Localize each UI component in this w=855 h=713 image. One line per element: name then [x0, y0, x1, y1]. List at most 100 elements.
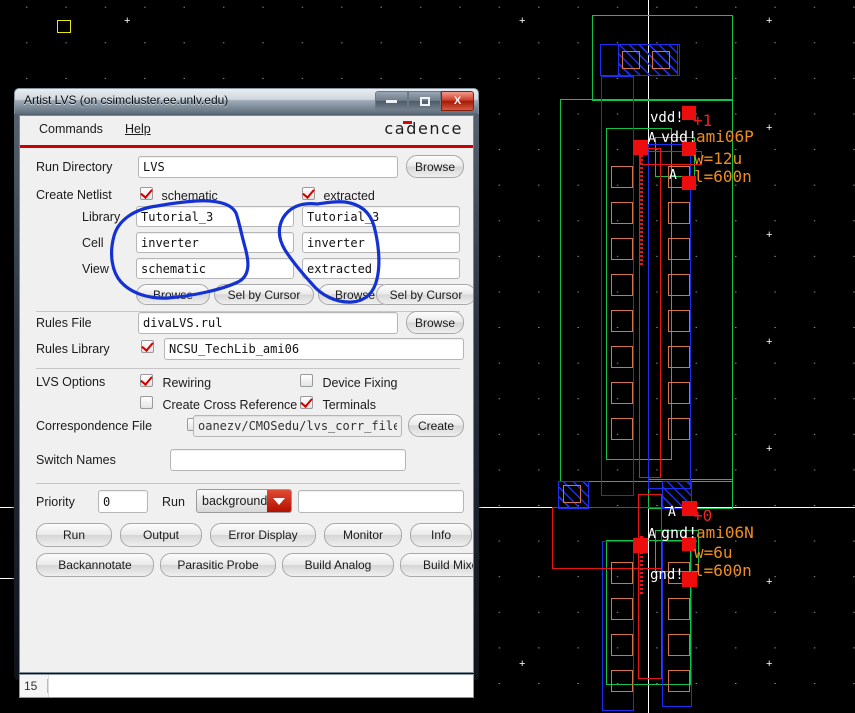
close-button[interactable]: X [441, 91, 474, 111]
correspondence-file-input[interactable] [193, 415, 402, 437]
schematic-cell-input[interactable] [136, 232, 294, 253]
switch-names-label: Switch Names [36, 453, 116, 467]
terminals-checkbox-group[interactable]: Terminals [300, 396, 376, 414]
contact-square[interactable] [611, 598, 633, 620]
rules-file-input[interactable] [138, 312, 398, 334]
contact-square[interactable] [611, 238, 633, 260]
status-message-field[interactable] [48, 675, 473, 697]
device-fixing-checkbox-group[interactable]: Device Fixing [300, 374, 397, 392]
label-a-gnd[interactable]: A [648, 527, 656, 542]
terminals-checkbox[interactable] [300, 396, 313, 409]
output-button[interactable]: Output [120, 523, 202, 547]
schematic-checkbox-group[interactable]: schematic [140, 187, 218, 205]
contact-square[interactable] [668, 418, 690, 440]
label-a-upper[interactable]: A [648, 131, 656, 146]
extracted-checkbox[interactable] [302, 187, 315, 200]
contact-square[interactable] [563, 485, 581, 503]
device-fixing-label: Device Fixing [322, 376, 398, 390]
menu-commands[interactable]: Commands [39, 122, 103, 136]
label-length-pmos[interactable]: l=600n [694, 167, 752, 186]
priority-input[interactable] [98, 490, 148, 513]
label-width-nmos[interactable]: w=6u [694, 543, 733, 562]
parasitic-probe-button[interactable]: Parasitic Probe [160, 553, 276, 577]
window-title: Artist LVS (on csimcluster.ee.unlv.edu) [24, 93, 229, 107]
correspondence-file-create-button[interactable]: Create [408, 414, 464, 437]
extracted-sel-by-cursor-button[interactable]: Sel by Cursor [376, 284, 473, 305]
contact-square[interactable] [611, 346, 633, 368]
contact-square[interactable] [652, 51, 670, 69]
build-analog-button[interactable]: Build Analog [282, 553, 394, 577]
contact-square[interactable] [668, 382, 690, 404]
contact-square[interactable] [611, 634, 633, 656]
chevron-down-icon[interactable] [267, 490, 291, 512]
error-display-button[interactable]: Error Display [210, 523, 316, 547]
contact-square[interactable] [611, 202, 633, 224]
contact-square[interactable] [611, 310, 633, 332]
label-a-lower[interactable]: A [668, 505, 676, 520]
label-length-nmos[interactable]: l=600n [694, 561, 752, 580]
extracted-cell-input[interactable] [302, 232, 460, 253]
device-fixing-checkbox[interactable] [300, 374, 313, 387]
contact-square[interactable] [611, 562, 633, 584]
run-mode-label: Run [162, 495, 185, 509]
label-device-ami06n[interactable]: ami06N [696, 523, 754, 542]
backannotate-button[interactable]: Backannotate [36, 553, 154, 577]
schematic-sel-by-cursor-button[interactable]: Sel by Cursor [214, 284, 314, 305]
extracted-view-input[interactable] [302, 258, 460, 279]
minimize-button[interactable] [375, 91, 408, 111]
label-device-ami06p[interactable]: ami06P [696, 127, 754, 146]
contact-square[interactable] [611, 382, 633, 404]
create-cross-reference-checkbox-group[interactable]: Create Cross Reference [140, 396, 297, 414]
schematic-library-input[interactable] [136, 206, 294, 227]
run-directory-browse-button[interactable]: Browse [406, 155, 464, 178]
library-label: Library [82, 210, 121, 224]
contact-square[interactable] [611, 166, 633, 188]
maximize-button[interactable] [408, 91, 441, 111]
build-mixed-button[interactable]: Build Mixed [400, 553, 473, 577]
pin-marker[interactable] [633, 140, 648, 155]
contact-square[interactable] [668, 238, 690, 260]
rewiring-checkbox-group[interactable]: Rewiring [140, 374, 211, 392]
label-gnd-net[interactable]: gnd! [661, 524, 697, 542]
extracted-checkbox-group[interactable]: extracted [302, 187, 375, 205]
contact-square[interactable] [668, 346, 690, 368]
pin-marker[interactable] [633, 538, 648, 553]
create-cross-reference-checkbox[interactable] [140, 396, 153, 409]
contact-square[interactable] [668, 310, 690, 332]
contact-square[interactable] [622, 51, 640, 69]
schematic-checkbox[interactable] [140, 187, 153, 200]
monitor-button[interactable]: Monitor [324, 523, 402, 547]
title-bar[interactable]: Artist LVS (on csimcluster.ee.unlv.edu) … [14, 88, 479, 114]
label-gnd-bottom[interactable]: gnd! [650, 567, 684, 583]
schematic-view-input[interactable] [136, 258, 294, 279]
label-vdd-top[interactable]: vdd! [650, 110, 684, 126]
selection-box[interactable] [57, 20, 71, 33]
run-directory-input[interactable] [138, 156, 398, 178]
run-mode-select[interactable]: background [196, 489, 292, 513]
label-vdd-net[interactable]: vdd! [661, 128, 697, 146]
rules-library-checkbox[interactable] [141, 340, 154, 353]
contact-square[interactable] [668, 202, 690, 224]
info-button[interactable]: Info [410, 523, 472, 547]
menu-help[interactable]: Help [125, 122, 151, 136]
run-host-input[interactable] [298, 490, 464, 513]
contact-square[interactable] [668, 598, 690, 620]
extracted-library-input[interactable] [302, 206, 460, 227]
contact-square[interactable] [611, 274, 633, 296]
rewiring-checkbox[interactable] [140, 374, 153, 387]
contact-square[interactable] [668, 274, 690, 296]
contact-square[interactable] [668, 670, 690, 692]
label-width-pmos[interactable]: w=12u [694, 149, 742, 168]
artist-lvs-dialog[interactable]: Artist LVS (on csimcluster.ee.unlv.edu) … [14, 88, 479, 698]
switch-names-input[interactable] [170, 449, 406, 471]
schematic-browse-button[interactable]: Browse [136, 284, 210, 305]
rules-library-input[interactable] [164, 338, 464, 360]
contact-square[interactable] [668, 634, 690, 656]
cell-label: Cell [82, 236, 104, 250]
label-a-mid[interactable]: A [669, 168, 677, 183]
contact-square[interactable] [611, 670, 633, 692]
divider-2 [36, 368, 460, 369]
run-button[interactable]: Run [36, 523, 112, 547]
contact-square[interactable] [611, 418, 633, 440]
rules-file-browse-button[interactable]: Browse [406, 311, 464, 334]
